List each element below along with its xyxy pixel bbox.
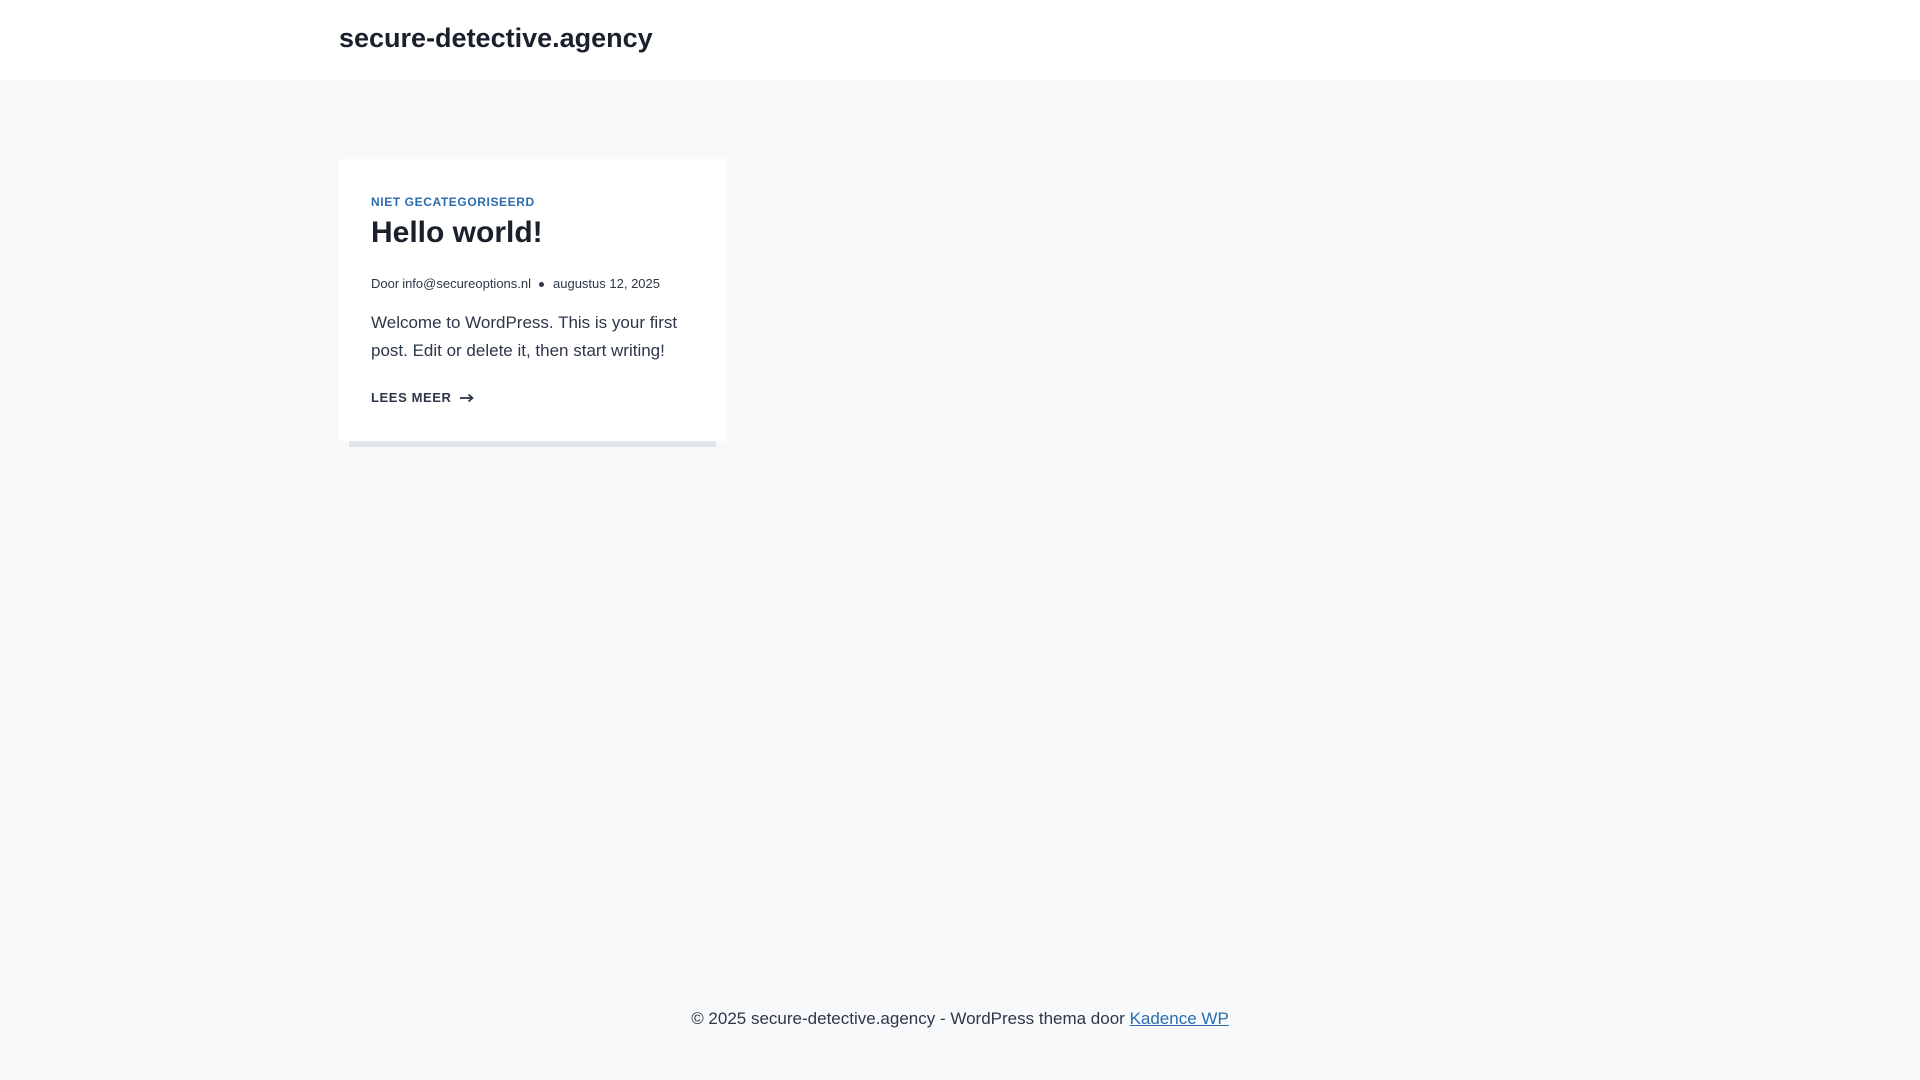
post-category-link[interactable]: NIET GECATEGORISEERD: [371, 194, 535, 210]
site-header: secure-detective.agency: [0, 0, 1920, 80]
post-author-link[interactable]: info@secureoptions.nl: [402, 275, 531, 293]
site-title-link[interactable]: secure-detective.agency: [339, 20, 653, 56]
read-more-label: LEES MEER: [371, 390, 452, 405]
read-more-link[interactable]: LEES MEER: [371, 389, 474, 407]
arrow-right-icon: [459, 393, 474, 403]
author-prefix: Door: [371, 276, 400, 291]
meta-separator-dot: [539, 281, 545, 287]
footer-kadence-link[interactable]: Kadence WP: [1130, 1009, 1229, 1028]
site-footer: © 2025 secure-detective.agency - WordPre…: [0, 1005, 1920, 1033]
post-title[interactable]: Hello world!: [371, 213, 543, 253]
post-date: augustus 12, 2025: [553, 276, 660, 291]
post-meta: Door info@secureoptions.nl augustus 12, …: [371, 275, 660, 293]
footer-copyright: © 2025 secure-detective.agency - WordPre…: [691, 1009, 1130, 1028]
post-excerpt: Welcome to WordPress. This is your first…: [371, 313, 678, 360]
card-shadow-divider: [349, 441, 716, 447]
post-card: NIET GECATEGORISEERD Hello world! Door i…: [339, 159, 727, 441]
